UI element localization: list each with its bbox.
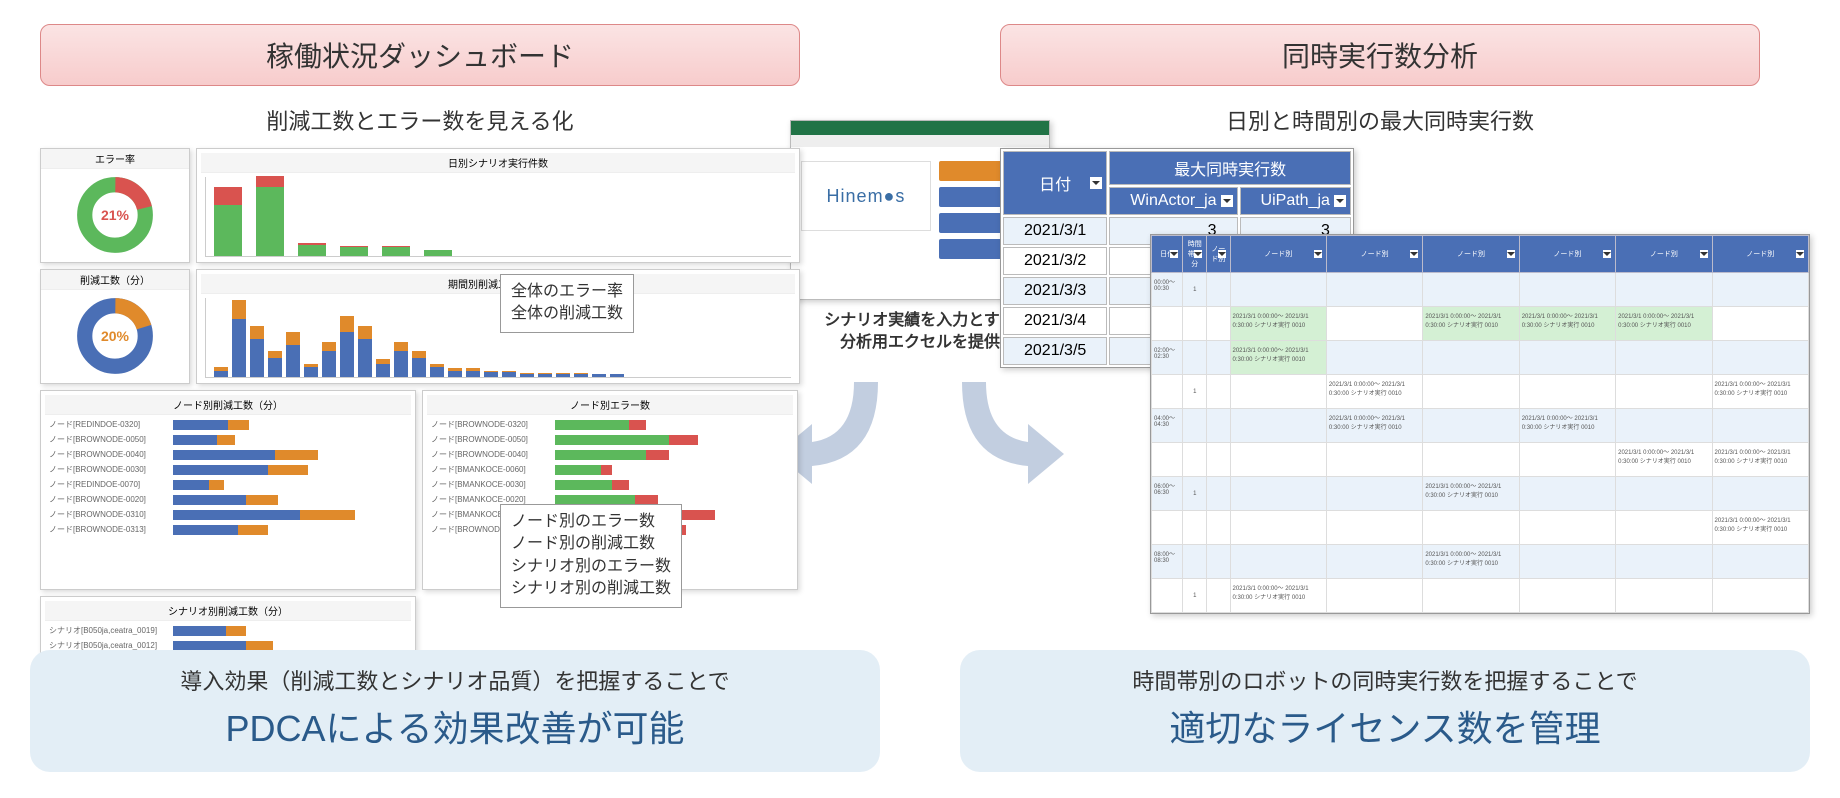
filter-icon: [1221, 195, 1233, 207]
left-conclusion: 導入効果（削減工数とシナリオ品質）を把握することで PDCAによる効果改善が可能: [30, 650, 880, 772]
filter-icon: [1090, 177, 1102, 189]
daily-exec-panel: 日別シナリオ実行件数: [196, 148, 800, 263]
callout-detail: ノード別のエラー数 ノード別の削減工数 シナリオ別のエラー数 シナリオ別の削減工…: [500, 504, 682, 608]
callout2-l2: ノード別の削減工数: [511, 535, 655, 552]
left-subtitle: 削減工数とエラー数を見える化: [40, 104, 800, 136]
callout1-l2: 全体の削減工数: [511, 305, 623, 322]
right-composite: 日付 最大同時実行数 WinActor_ja UiPath_ja 2021/3/…: [1000, 148, 1780, 628]
error-rate-title: エラー率: [41, 149, 189, 169]
hinemos-logo: Hinem●s: [801, 161, 931, 231]
error-rate-donut: 21%: [75, 175, 155, 255]
callout2-l3: シナリオ別のエラー数: [511, 558, 671, 575]
reduction-title: 削減工数（分）: [41, 270, 189, 290]
right-header: 同時実行数分析: [1000, 24, 1760, 86]
node-reduction-panel: ノード別削減工数（分） ノード[REDINDOE-0320]ノード[BROWNO…: [40, 390, 416, 590]
t1-date-col: 日付: [1003, 151, 1107, 215]
period-reduction-title: 期間別削減工数（分）: [201, 274, 795, 294]
daily-exec-title: 日別シナリオ実行件数: [201, 153, 795, 173]
callout2-l4: シナリオ別の削減工数: [511, 580, 671, 597]
left-header: 稼働状況ダッシュボード: [40, 24, 800, 86]
left-conc-sub: 導入効果（削減工数とシナリオ品質）を把握することで: [50, 664, 860, 696]
callout1-l1: 全体のエラー率: [511, 283, 623, 300]
error-rate-panel: エラー率 21%: [40, 148, 190, 263]
reduction-panel: 削減工数（分） 20%: [40, 269, 190, 384]
callout2-l1: ノード別のエラー数: [511, 513, 655, 530]
reduction-donut: 20%: [75, 296, 155, 376]
t1-col-winactor: WinActor_ja: [1109, 187, 1237, 215]
right-conclusion: 時間帯別のロボットの同時実行数を把握することで 適切なライセンス数を管理: [960, 650, 1810, 772]
t1-col-uipath: UiPath_ja: [1240, 187, 1351, 215]
right-conc-sub: 時間帯別のロボットの同時実行数を把握することで: [980, 664, 1790, 696]
excel-ribbon: [791, 135, 1049, 147]
dashboard-composite: エラー率 21% 日別シナリオ実行件数 削減工数（分） 20%: [40, 148, 800, 628]
right-subtitle: 日別と時間別の最大同時実行数: [1000, 104, 1760, 136]
scenario-reduction-title: シナリオ別削減工数（分）: [45, 601, 411, 621]
period-reduction-panel: 期間別削減工数（分）: [196, 269, 800, 384]
excel-caption-l1: シナリオ実績を入力とする: [824, 312, 1016, 329]
right-conc-main: 適切なライセンス数を管理: [980, 700, 1790, 752]
node-reduction-title: ノード別削減工数（分）: [45, 395, 411, 415]
filter-icon: [1334, 195, 1346, 207]
callout-overall: 全体のエラー率 全体の削減工数: [500, 274, 634, 333]
left-conc-main: PDCAによる効果改善が可能: [50, 700, 860, 752]
excel-caption-l2: 分析用エクセルを提供: [840, 334, 1000, 351]
error-rate-value: 21%: [101, 207, 129, 223]
t1-span-header: 最大同時実行数: [1109, 151, 1351, 185]
time-slot-table: 日付時間帯区分ノード別ノード別ノード別ノード別ノード別ノード別ノード別 00:0…: [1150, 234, 1810, 614]
node-error-title: ノード別エラー数: [427, 395, 793, 415]
reduction-value: 20%: [101, 328, 129, 344]
excel-titlebar: [791, 121, 1049, 135]
